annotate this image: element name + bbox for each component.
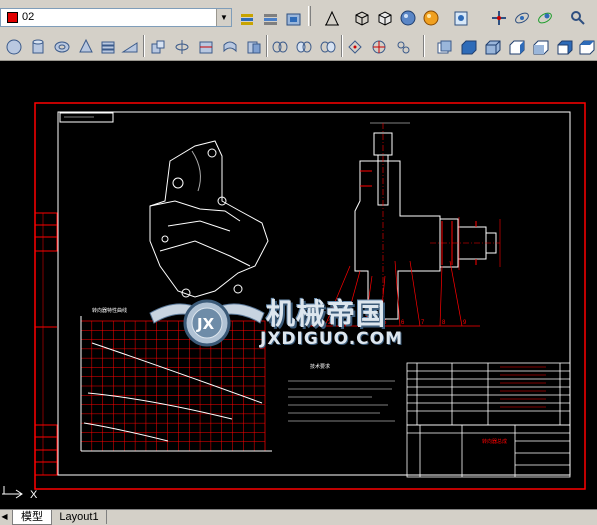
ucs-icon[interactable] (345, 37, 365, 57)
box-3d-wire-icon[interactable] (375, 8, 395, 28)
separator (423, 35, 425, 57)
tab-scroll-left-icon[interactable]: ◀ (0, 512, 9, 522)
layer-tools-icon[interactable] (284, 8, 304, 28)
sphere-shaded-icon[interactable] (398, 8, 418, 28)
slice-icon[interactable] (220, 37, 240, 57)
layout-tab-bar: ◀ 模型 Layout1 (0, 509, 597, 525)
separator (341, 35, 343, 57)
toolbar-top: 02 ▼ (0, 0, 597, 34)
view-bottom-icon[interactable] (459, 37, 479, 57)
sphere-icon[interactable] (4, 37, 24, 57)
layer-previous-icon[interactable] (261, 8, 281, 28)
section-icon[interactable] (196, 37, 216, 57)
watermark-subtitle: JXDIGUO.COM (260, 329, 404, 349)
toolbar-grip[interactable] (308, 6, 311, 26)
sphere-color-icon[interactable] (421, 8, 441, 28)
layer-name: 02 (22, 11, 35, 23)
paint-icon[interactable] (451, 8, 471, 28)
cone-icon[interactable] (76, 37, 96, 57)
separator (143, 35, 145, 57)
cylinder-icon[interactable] (28, 37, 48, 57)
view-back-icon[interactable] (555, 37, 575, 57)
part-side-view (149, 140, 269, 298)
dim-angle-icon[interactable] (322, 8, 342, 28)
layer-color-icon (7, 12, 18, 23)
wedge-icon[interactable] (120, 37, 140, 57)
continuous-orbit-icon[interactable] (535, 8, 555, 28)
revolve-icon[interactable] (172, 37, 192, 57)
title-block-label: 转向器总成 (482, 438, 507, 445)
setup-drawing-icon[interactable] (294, 37, 314, 57)
ucs-world-icon[interactable] (369, 37, 389, 57)
torus-icon[interactable] (52, 37, 72, 57)
separator (266, 35, 268, 57)
view-top-icon[interactable] (434, 37, 454, 57)
extrude-icon[interactable] (98, 37, 118, 57)
view-iso-icon[interactable] (577, 37, 597, 57)
layer-dropdown[interactable]: 02 ▼ (0, 8, 232, 27)
tech-req-title: 技术要求 (310, 363, 330, 370)
gear-logo-icon: JX (149, 299, 265, 347)
union-icon[interactable] (148, 37, 168, 57)
view-front-icon[interactable] (531, 37, 551, 57)
tab-layout1[interactable]: Layout1 (52, 510, 107, 524)
drawing-canvas[interactable]: 1234 56789 转向器特性曲线 技术要求 转向器总成 JX 机械帝国 JX… (0, 61, 597, 509)
help-icon[interactable] (568, 8, 588, 28)
watermark: JX 机械帝国 JXDIGUO.COM (148, 283, 448, 363)
box-3d-icon[interactable] (352, 8, 372, 28)
layer-state-icon[interactable] (238, 8, 258, 28)
tab-model[interactable]: 模型 (12, 510, 52, 525)
setup-profile-icon[interactable] (318, 37, 338, 57)
toolbar-solids (0, 33, 597, 61)
orbit-icon[interactable] (489, 8, 509, 28)
title-block (406, 424, 571, 478)
ucs-x-label: X (30, 489, 38, 501)
watermark-logo: JX (196, 315, 215, 333)
view-right-icon[interactable] (507, 37, 527, 57)
ucs-origin-icon[interactable] (393, 37, 413, 57)
svg-text:9: 9 (463, 320, 467, 326)
graph-title: 转向器特性曲线 (92, 307, 127, 314)
watermark-title: 机械帝国 (266, 297, 387, 331)
chevron-down-icon[interactable]: ▼ (216, 9, 231, 26)
parts-list (406, 362, 571, 426)
tech-notes: 技术要求 (288, 363, 395, 422)
free-orbit-icon[interactable] (512, 8, 532, 28)
interfere-icon[interactable] (244, 37, 264, 57)
view-left-icon[interactable] (483, 37, 503, 57)
setup-view-icon[interactable] (270, 37, 290, 57)
